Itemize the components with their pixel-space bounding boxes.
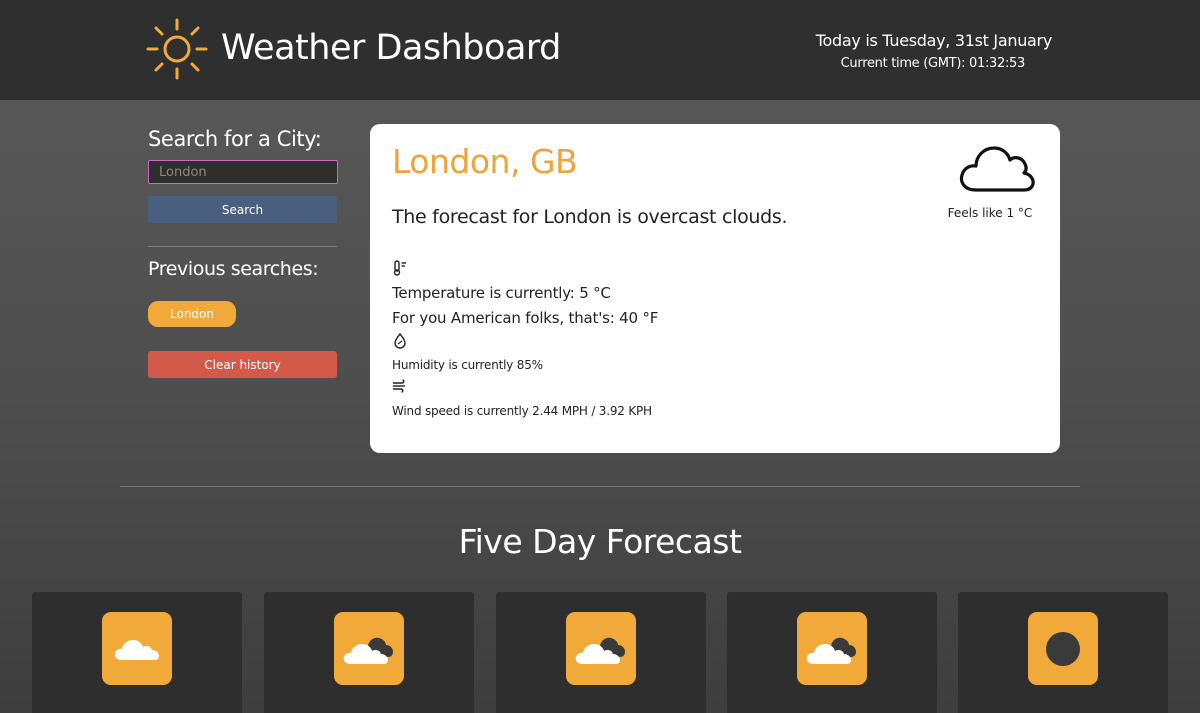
wind-icon [393,379,405,393]
five-day-heading: Five Day Forecast [458,522,742,561]
thermometer-icon [393,260,406,276]
forecast-icon-box [797,612,867,685]
broken-clouds-icon [806,637,856,664]
previous-searches-heading: Previous searches: [148,258,319,280]
current-date: Today is Tuesday, 31st January [815,31,1053,50]
city-name: London, GB [392,142,578,181]
forecast-description: The forecast for London is overcast clou… [392,206,788,228]
app-header: Weather Dashboard Today is Tuesday, 31st… [0,0,1200,100]
humidity-text: Humidity is currently 85% [392,358,543,372]
city-search-input[interactable] [148,160,338,184]
dark-circle-icon [1046,632,1080,666]
clear-history-button[interactable]: Clear history [148,351,337,378]
broken-clouds-icon [575,637,625,664]
forecast-icon-box [102,612,172,685]
broken-clouds-icon [343,637,393,664]
temperature-fahrenheit: For you American folks, that's: 40 °F [392,309,659,327]
history-item-london[interactable]: London [148,301,236,327]
forecast-day-card [32,592,242,713]
forecast-day-card [727,592,937,713]
wind-speed-text: Wind speed is currently 2.44 MPH / 3.92 … [392,404,652,418]
forecast-icon-box [1028,612,1098,685]
cloud-icon [114,640,159,660]
feels-like-text: Feels like 1 °C [947,206,1033,220]
section-divider [120,486,1080,487]
forecast-day-card [264,592,474,713]
forecast-icon-box [566,612,636,685]
temperature-celsius: Temperature is currently: 5 °C [392,284,611,302]
current-time: Current time (GMT): 01:32:53 [840,56,1026,71]
droplet-icon [394,333,406,349]
sidebar-divider [148,246,337,247]
forecast-icon-box [334,612,404,685]
forecast-day-card [496,592,706,713]
sun-icon [146,18,208,80]
current-weather-card: London, GB The forecast for London is ov… [370,124,1060,453]
forecast-day-card [958,592,1168,713]
app-title: Weather Dashboard [221,28,561,68]
cloud-outline-icon [959,146,1035,192]
search-heading: Search for a City: [148,127,322,151]
search-button[interactable]: Search [148,196,337,223]
